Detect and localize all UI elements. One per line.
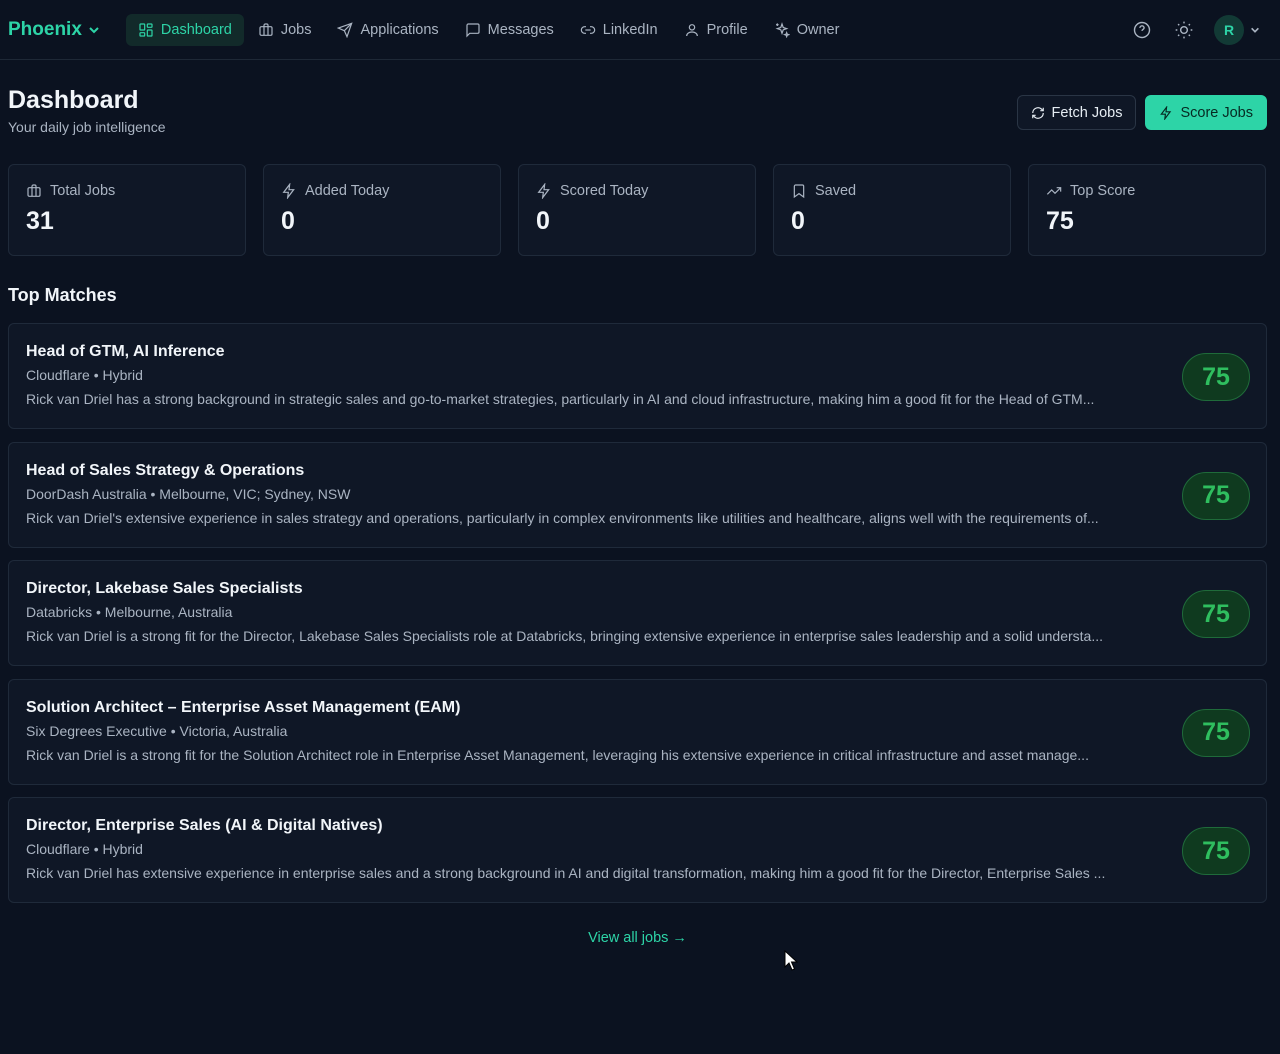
- stat-label-text: Top Score: [1070, 183, 1136, 199]
- chevron-down-icon: [89, 26, 99, 33]
- stats-row: Total Jobs 31 Added Today 0 Scored Today…: [8, 164, 1266, 256]
- stat-card-total-jobs: Total Jobs 31: [8, 164, 246, 256]
- match-title: Head of Sales Strategy & Operations: [26, 461, 305, 479]
- mouse-cursor-icon: [784, 950, 798, 971]
- match-description: Rick van Driel is a strong fit for the S…: [26, 746, 1089, 763]
- nav-item-owner[interactable]: Owner: [762, 14, 852, 46]
- nav-item-dashboard[interactable]: Dashboard: [125, 13, 244, 46]
- nav-item-messages[interactable]: Messages: [453, 14, 566, 46]
- match-title: Head of GTM, AI Inference: [26, 343, 225, 360]
- nav-item-applications[interactable]: Applications: [325, 14, 450, 46]
- avatar: R: [1214, 15, 1244, 45]
- match-card[interactable]: Solution Architect – Enterprise Asset Ma…: [8, 678, 1267, 785]
- match-title: Solution Architect – Enterprise Asset Ma…: [26, 698, 461, 716]
- match-meta: Cloudflare • Hybrid: [26, 367, 143, 383]
- help-button[interactable]: [1130, 18, 1154, 42]
- user-icon: [685, 23, 698, 36]
- page-header: Dashboard Your daily job intelligence: [8, 86, 165, 135]
- score-jobs-label: Score Jobs: [1180, 104, 1253, 121]
- stat-card-scored-today: Scored Today 0: [518, 164, 756, 256]
- top-navbar: Phoenix Dashboard Jobs Applications Mess…: [0, 0, 1280, 60]
- top-matches-title: Top Matches: [8, 285, 117, 305]
- nav-item-jobs[interactable]: Jobs: [246, 14, 324, 46]
- score-badge: 75: [1182, 353, 1250, 401]
- match-meta: Six Degrees Executive • Victoria, Austra…: [26, 722, 288, 739]
- zap-icon: [282, 183, 295, 199]
- match-title: Director, Lakebase Sales Specialists: [26, 580, 303, 597]
- brand-menu[interactable]: Phoenix: [8, 19, 100, 41]
- nav-right: R: [1130, 0, 1260, 60]
- fetch-jobs-label: Fetch Jobs: [1051, 104, 1123, 121]
- stat-label: Saved: [791, 183, 993, 199]
- stat-label: Added Today: [281, 183, 483, 199]
- match-card[interactable]: Director, Lakebase Sales Specialists Dat…: [8, 560, 1267, 666]
- match-card[interactable]: Head of GTM, AI Inference Cloudflare • H…: [8, 323, 1267, 429]
- stat-label-text: Total Jobs: [50, 183, 116, 199]
- briefcase-icon: [27, 184, 41, 197]
- nav-item-label: Jobs: [280, 21, 312, 38]
- theme-toggle-button[interactable]: [1172, 18, 1196, 42]
- match-title: Director, Enterprise Sales (AI & Digital…: [26, 817, 383, 834]
- score-badge: 75: [1182, 827, 1250, 875]
- sun-icon: [1175, 21, 1193, 39]
- briefcase-icon: [259, 22, 273, 36]
- stat-value: 0: [791, 207, 805, 235]
- stat-label: Scored Today: [536, 183, 738, 199]
- nav-item-label: Dashboard: [160, 21, 232, 38]
- nav-item-label: Profile: [706, 21, 748, 38]
- refresh-icon: [1031, 106, 1044, 119]
- link-icon: [580, 25, 595, 34]
- stat-card-saved: Saved 0: [773, 164, 1011, 256]
- stat-value: 31: [26, 207, 54, 235]
- stat-card-top-score: Top Score 75: [1028, 164, 1266, 256]
- nav-item-label: Messages: [487, 21, 554, 38]
- match-meta: Databricks • Melbourne, Australia: [26, 604, 233, 620]
- match-meta: DoorDash Australia • Melbourne, VIC; Syd…: [26, 485, 351, 502]
- stat-label: Total Jobs: [26, 183, 228, 199]
- stat-value: 0: [536, 207, 550, 235]
- stat-label: Top Score: [1046, 183, 1248, 199]
- brand-name: Phoenix: [8, 18, 82, 40]
- nav-item-label: Owner: [796, 21, 840, 38]
- nav-item-label: Applications: [360, 21, 439, 38]
- top-matches-list: Head of GTM, AI Inference Cloudflare • H…: [8, 323, 1267, 916]
- zap-icon: [537, 183, 550, 199]
- stat-value: 0: [281, 207, 295, 235]
- score-badge: 75: [1182, 471, 1250, 520]
- match-card[interactable]: Director, Enterprise Sales (AI & Digital…: [8, 797, 1267, 903]
- match-description: Rick van Driel is a strong fit for the D…: [26, 628, 1103, 644]
- view-all-jobs-link[interactable]: View all jobs →: [0, 930, 1275, 946]
- page-title: Dashboard: [8, 86, 139, 114]
- nav-items: Dashboard Jobs Applications Messages Lin…: [125, 13, 852, 46]
- trending-up-icon: [1046, 187, 1062, 195]
- stat-label-text: Saved: [815, 183, 857, 199]
- user-menu[interactable]: R: [1214, 15, 1260, 45]
- page-subtitle: Your daily job intelligence: [8, 119, 166, 135]
- stat-card-added-today: Added Today 0: [263, 164, 501, 256]
- stat-label-text: Scored Today: [560, 183, 649, 199]
- send-icon: [337, 21, 354, 38]
- header-actions: Fetch Jobs Score Jobs: [1016, 95, 1267, 130]
- stat-label-text: Added Today: [305, 183, 390, 199]
- match-description: Rick van Driel has a strong background i…: [26, 391, 1095, 407]
- match-meta: Cloudflare • Hybrid: [26, 841, 143, 857]
- match-card[interactable]: Head of Sales Strategy & Operations Door…: [8, 441, 1267, 548]
- stat-value: 75: [1046, 207, 1074, 235]
- match-description: Rick van Driel has extensive experience …: [26, 865, 1106, 881]
- score-jobs-button[interactable]: Score Jobs: [1145, 95, 1267, 130]
- nav-item-profile[interactable]: Profile: [672, 14, 760, 46]
- sparkles-icon: [775, 21, 790, 38]
- bookmark-icon: [793, 184, 805, 199]
- chevron-down-icon: [1251, 27, 1259, 33]
- help-circle-icon: [1133, 21, 1151, 39]
- message-icon: [466, 22, 480, 37]
- fetch-jobs-button[interactable]: Fetch Jobs: [1016, 95, 1137, 130]
- zap-icon: [1160, 105, 1172, 120]
- match-description: Rick van Driel's extensive experience in…: [26, 509, 1099, 526]
- score-badge: 75: [1182, 590, 1250, 638]
- grid-icon: [139, 22, 153, 37]
- score-badge: 75: [1182, 708, 1250, 757]
- nav-item-linkedin[interactable]: LinkedIn: [568, 14, 670, 46]
- nav-item-label: LinkedIn: [602, 21, 658, 38]
